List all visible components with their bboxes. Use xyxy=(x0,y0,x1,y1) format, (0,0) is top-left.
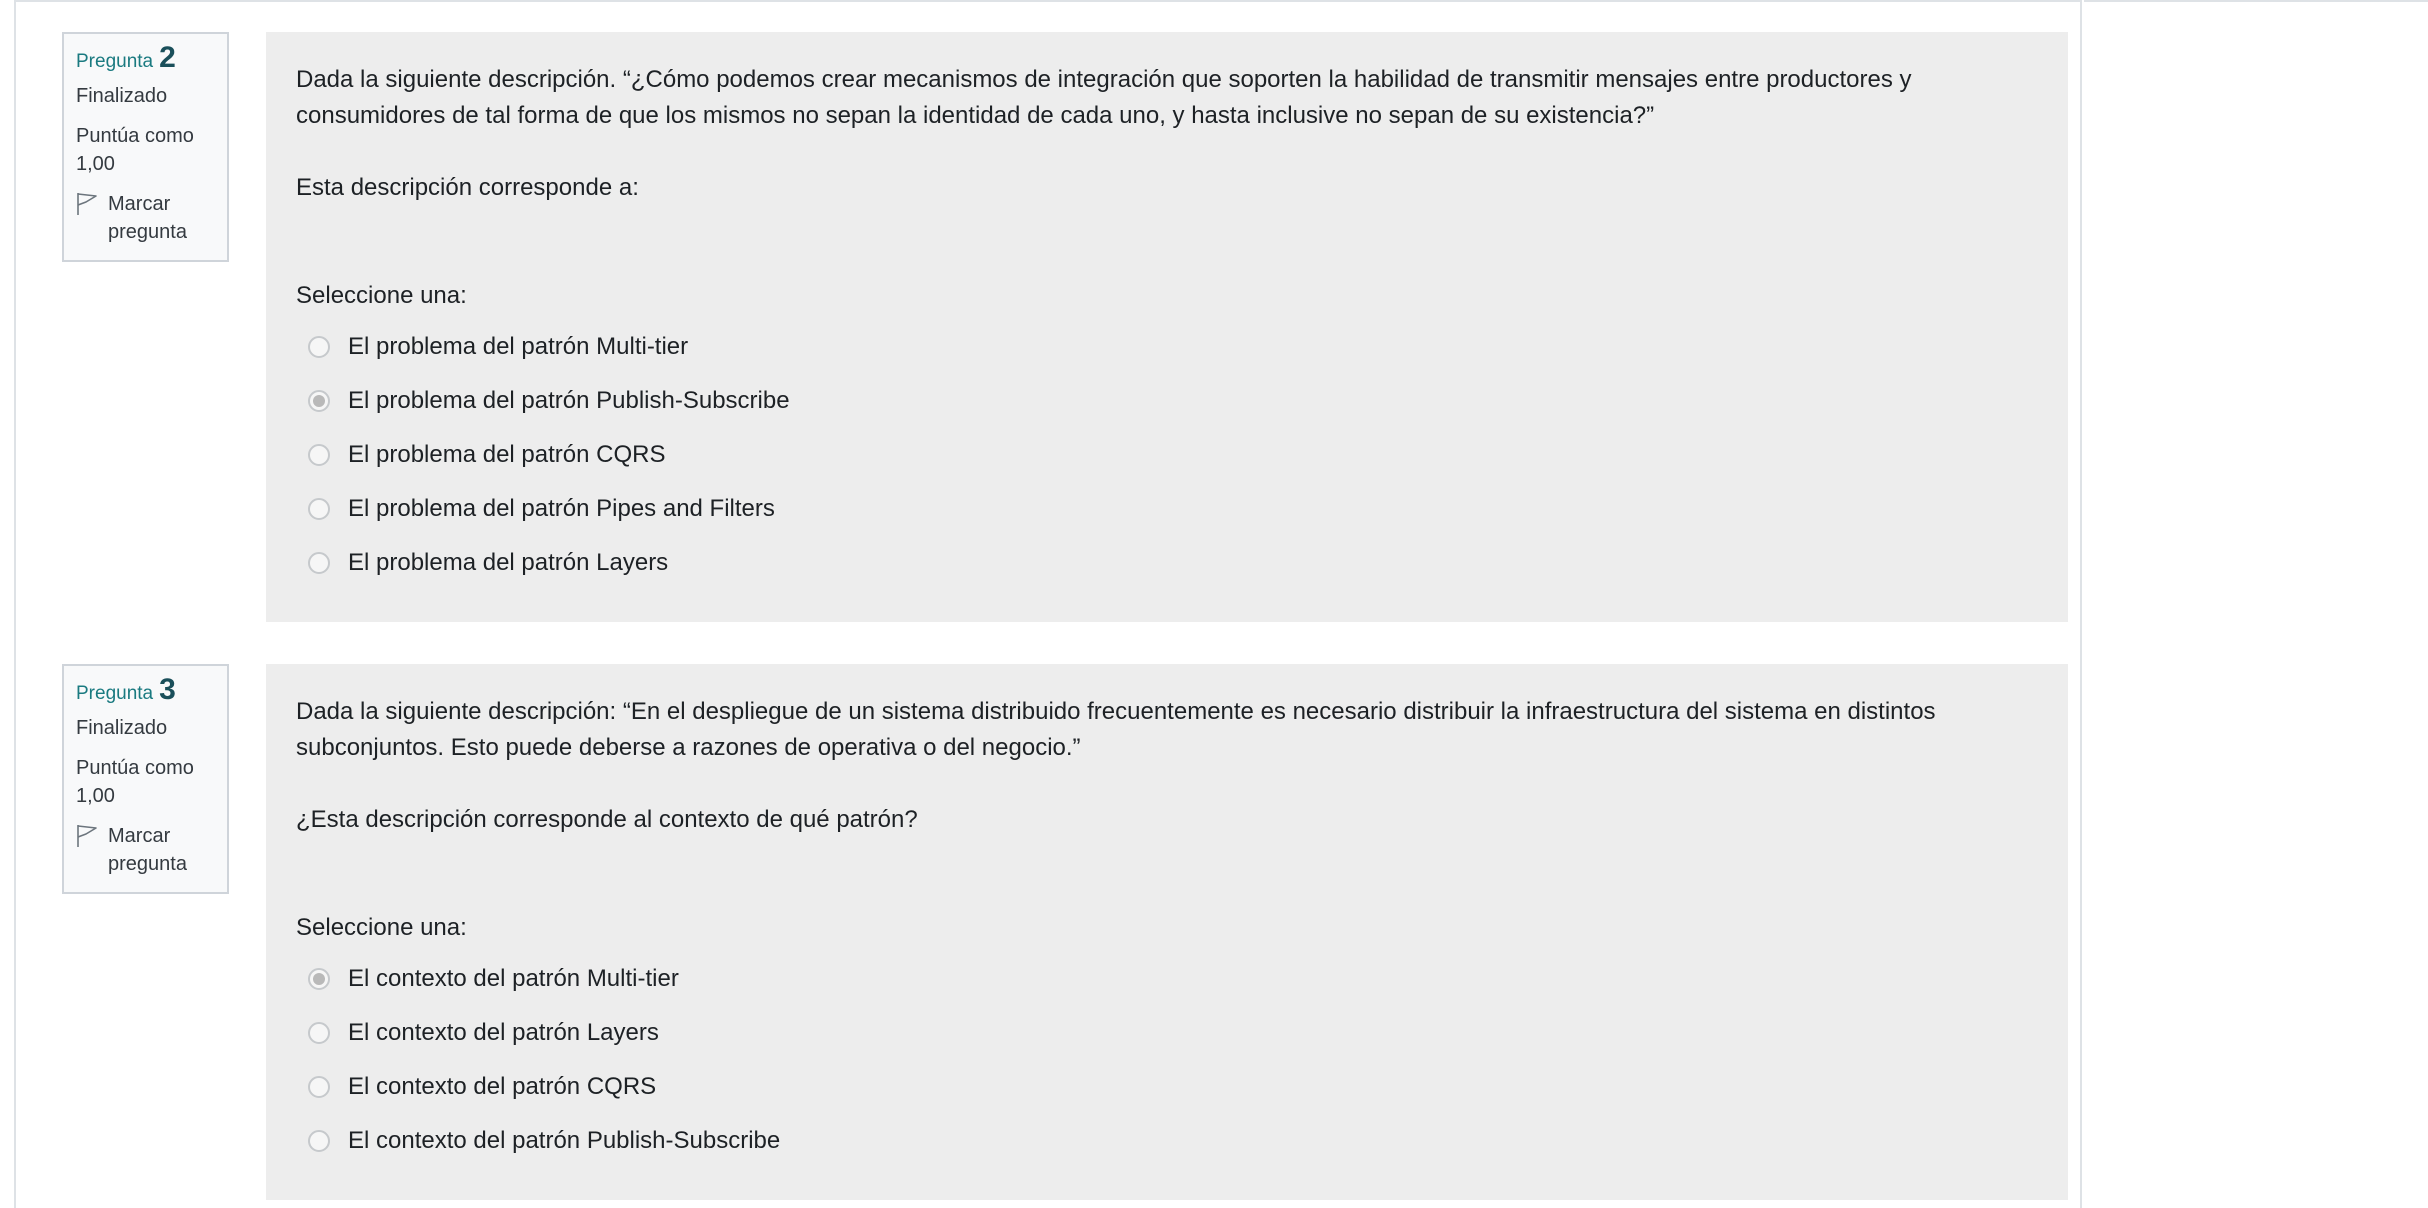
grade-value: 1,00 xyxy=(76,153,115,175)
answer-list: El contexto del patrón Multi-tier El con… xyxy=(296,952,2038,1168)
radio-button[interactable] xyxy=(308,552,330,574)
answer-label: El problema del patrón CQRS xyxy=(348,441,666,468)
radio-button[interactable] xyxy=(308,1022,330,1044)
answer-label: El contexto del patrón CQRS xyxy=(348,1073,657,1100)
question-state: Finalizado xyxy=(76,85,168,107)
answer-label: El problema del patrón Publish-Subscribe xyxy=(348,387,790,414)
answer-option[interactable]: El problema del patrón Publish-Subscribe xyxy=(296,374,2038,428)
grade-label: Puntúa como xyxy=(76,125,194,147)
question-number-value: 2 xyxy=(159,41,176,74)
answer-label: El contexto del patrón Layers xyxy=(348,1019,659,1046)
question-number-value: 3 xyxy=(159,673,176,706)
radio-button[interactable] xyxy=(308,444,330,466)
answer-option[interactable]: El contexto del patrón Layers xyxy=(296,1006,2038,1060)
flag-icon xyxy=(76,192,98,216)
answer-prompt: Seleccione una: xyxy=(296,914,467,941)
answer-prompt: Seleccione una: xyxy=(296,282,467,309)
flag-label-line1: Marcar xyxy=(108,825,171,847)
answer-option[interactable]: El contexto del patrón CQRS xyxy=(296,1060,2038,1114)
radio-button-selected[interactable] xyxy=(308,390,330,412)
question-grade: Puntúa como 1,00 xyxy=(76,754,215,810)
answer-label: El contexto del patrón Multi-tier xyxy=(348,965,679,992)
answer-label: El problema del patrón Layers xyxy=(348,549,669,576)
question-info-panel: Pregunta 2 Finalizado Puntúa como 1,00 M… xyxy=(62,32,229,262)
answer-label: El problema del patrón Pipes and Filters xyxy=(348,495,775,522)
flag-label: Marcar pregunta xyxy=(108,190,187,246)
question-label: Pregunta xyxy=(76,683,154,704)
flag-question-button[interactable]: Marcar pregunta xyxy=(76,822,215,878)
radio-button-selected[interactable] xyxy=(308,968,330,990)
flag-label-line2: pregunta xyxy=(108,221,187,243)
question-text-paragraph-1: Dada la siguiente descripción: “En el de… xyxy=(296,698,1936,761)
flag-label: Marcar pregunta xyxy=(108,822,187,878)
question-info-panel: Pregunta 3 Finalizado Puntúa como 1,00 M… xyxy=(62,664,229,894)
answer-option[interactable]: El problema del patrón Multi-tier xyxy=(296,320,2038,374)
flag-question-button[interactable]: Marcar pregunta xyxy=(76,190,215,246)
question-formulation: Dada la siguiente descripción: “En el de… xyxy=(266,664,2068,1200)
right-blank-pane xyxy=(2084,0,2428,1208)
answer-option[interactable]: El problema del patrón CQRS xyxy=(296,428,2038,482)
question-number: Pregunta 3 xyxy=(76,673,215,708)
radio-button[interactable] xyxy=(308,1130,330,1152)
radio-button[interactable] xyxy=(308,1076,330,1098)
question-formulation: Dada la siguiente descripción. “¿Cómo po… xyxy=(266,32,2068,622)
question-number: Pregunta 2 xyxy=(76,41,215,76)
quiz-review-page: Pregunta 2 Finalizado Puntúa como 1,00 M… xyxy=(0,0,2428,1208)
main-content-region: Pregunta 2 Finalizado Puntúa como 1,00 M… xyxy=(14,0,2082,1208)
question-grade: Puntúa como 1,00 xyxy=(76,122,215,178)
radio-button[interactable] xyxy=(308,498,330,520)
question-label: Pregunta xyxy=(76,51,154,72)
question-text-paragraph-2: ¿Esta descripción corresponde al context… xyxy=(296,806,918,833)
question-text-paragraph-1: Dada la siguiente descripción. “¿Cómo po… xyxy=(296,66,1912,129)
answer-option[interactable]: El contexto del patrón Multi-tier xyxy=(296,952,2038,1006)
answer-option[interactable]: El contexto del patrón Publish-Subscribe xyxy=(296,1114,2038,1168)
radio-button[interactable] xyxy=(308,336,330,358)
question-state: Finalizado xyxy=(76,717,168,739)
answer-option[interactable]: El problema del patrón Layers xyxy=(296,536,2038,590)
question-text: Dada la siguiente descripción: “En el de… xyxy=(296,694,2038,838)
answer-label: El problema del patrón Multi-tier xyxy=(348,333,689,360)
answer-list: El problema del patrón Multi-tier El pro… xyxy=(296,320,2038,590)
grade-label: Puntúa como xyxy=(76,757,194,779)
flag-icon xyxy=(76,824,98,848)
question-text-paragraph-2: Esta descripción corresponde a: xyxy=(296,174,639,201)
flag-label-line2: pregunta xyxy=(108,853,187,875)
answer-label: El contexto del patrón Publish-Subscribe xyxy=(348,1127,781,1154)
grade-value: 1,00 xyxy=(76,785,115,807)
flag-label-line1: Marcar xyxy=(108,193,171,215)
question-text: Dada la siguiente descripción. “¿Cómo po… xyxy=(296,62,2038,206)
answer-option[interactable]: El problema del patrón Pipes and Filters xyxy=(296,482,2038,536)
